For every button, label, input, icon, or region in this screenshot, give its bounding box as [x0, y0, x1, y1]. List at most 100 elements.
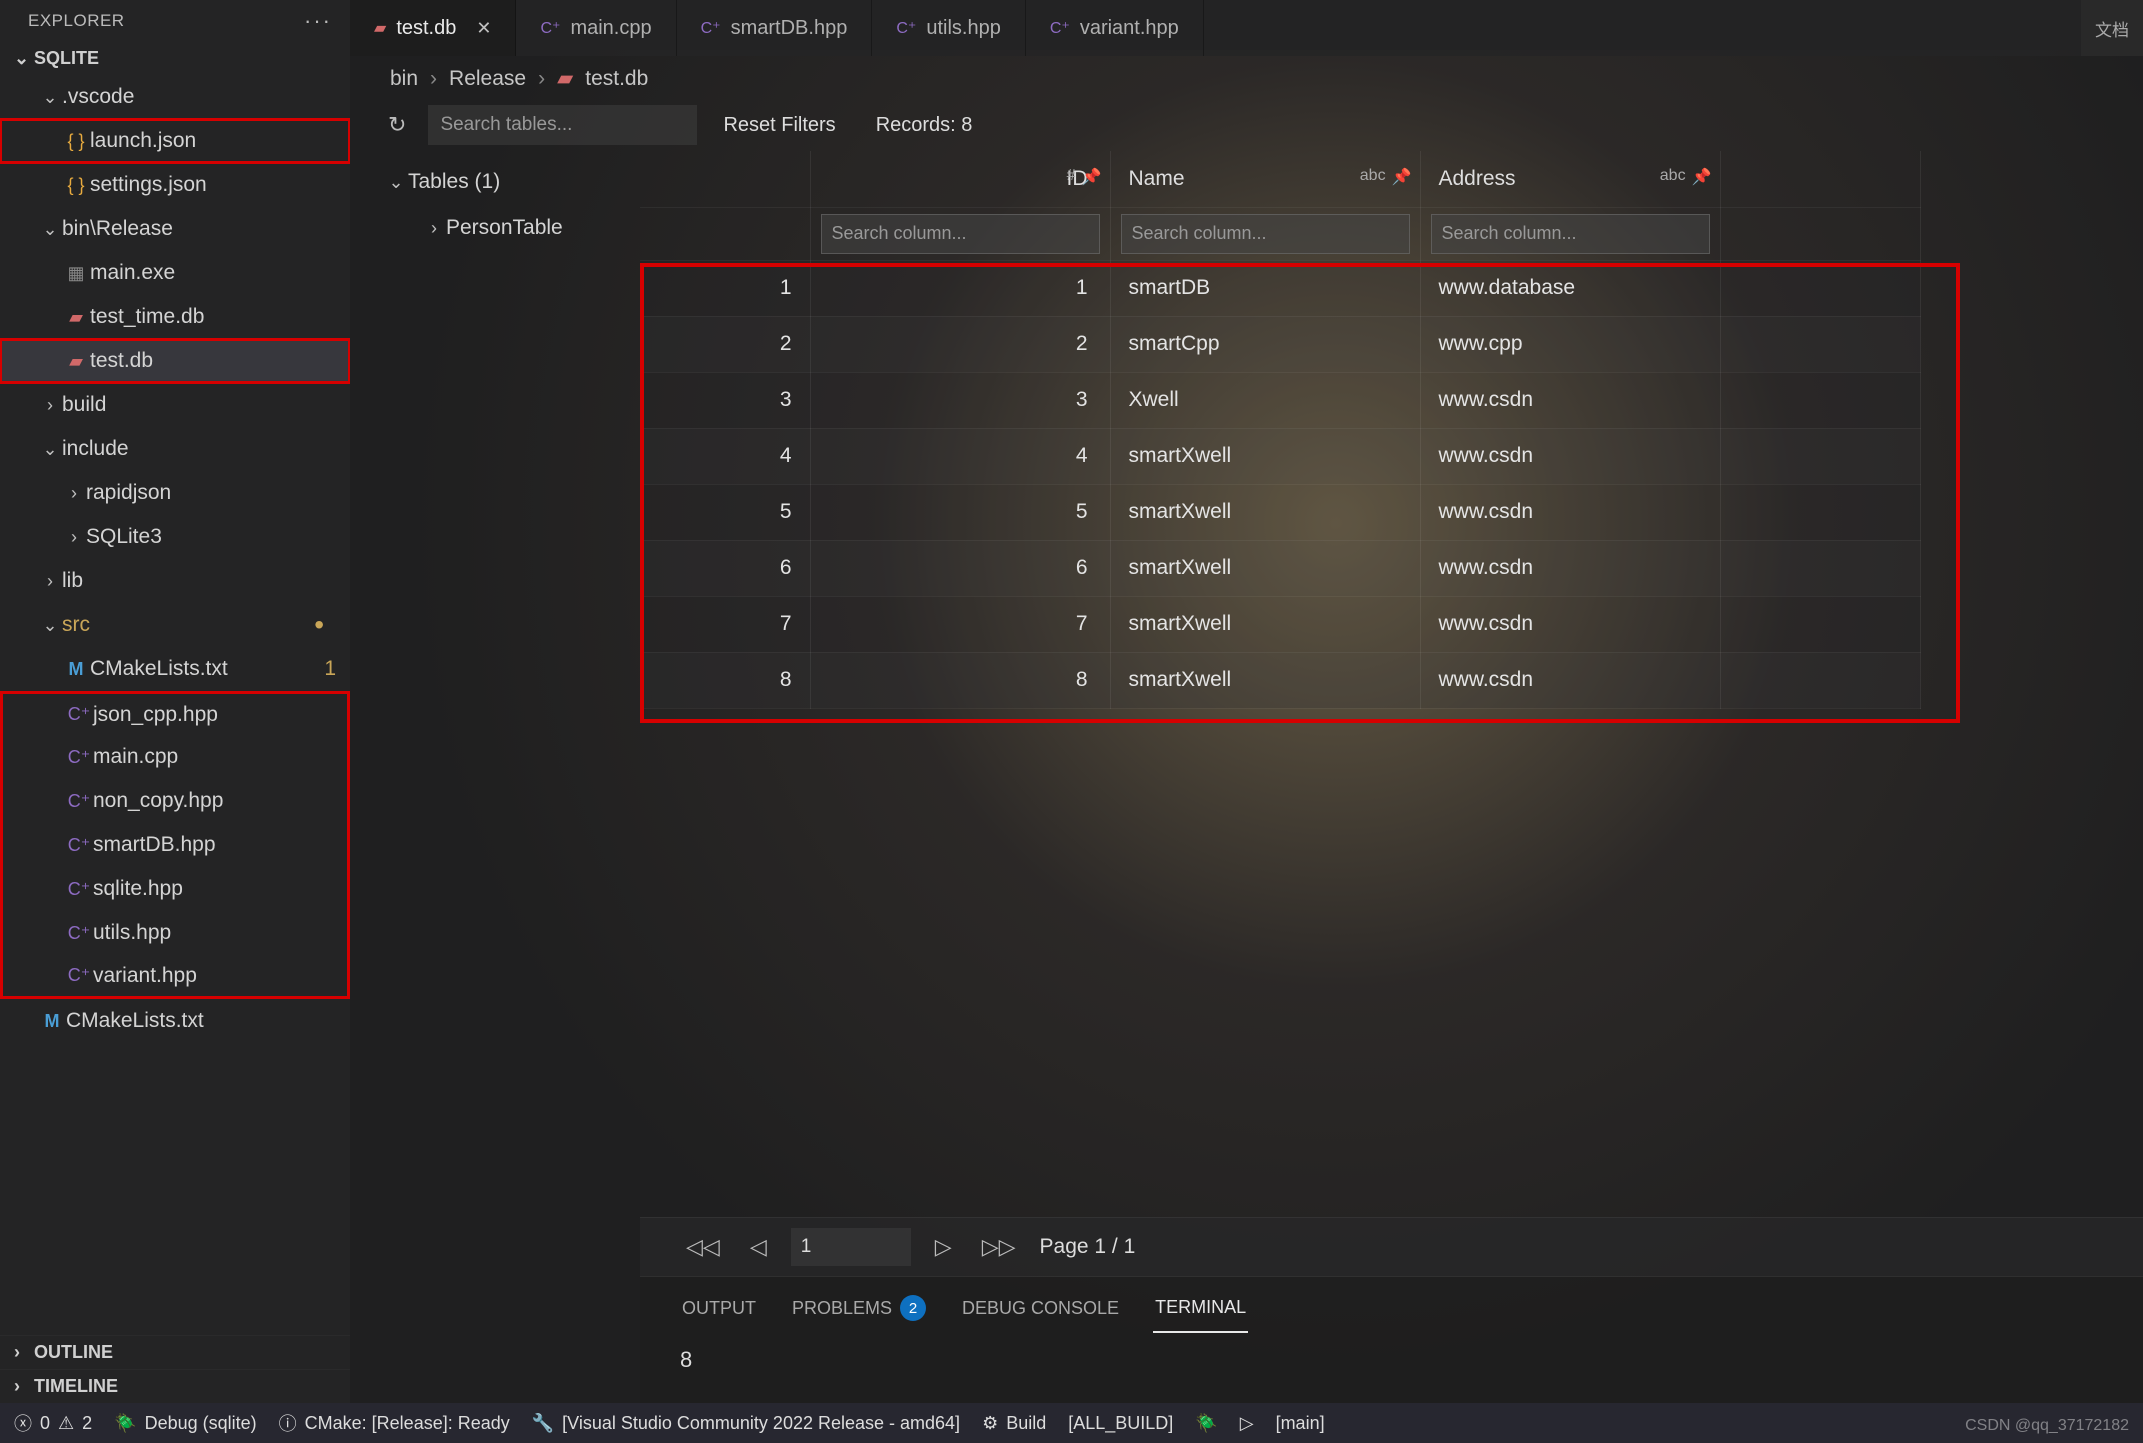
pin-icon[interactable]: 📌: [1692, 167, 1712, 187]
file-item[interactable]: ▦main.exe: [0, 251, 350, 295]
tab-output[interactable]: OUTPUT: [680, 1289, 758, 1333]
file-item[interactable]: C⁺variant.hpp: [0, 955, 350, 999]
info-icon: ⓘ: [279, 1410, 297, 1436]
badge: 1: [324, 657, 336, 681]
tables-root[interactable]: ⌄ Tables (1): [384, 159, 640, 205]
file-item[interactable]: { }launch.json: [0, 119, 350, 163]
file-item[interactable]: C⁺main.cpp: [0, 735, 350, 779]
tab-extra[interactable]: 文档: [2081, 0, 2143, 56]
status-debug-run[interactable]: 🪲: [1195, 1413, 1217, 1434]
table-row[interactable]: 55smartXwellwww.csdn: [640, 484, 1920, 540]
hash-icon: #: [1067, 167, 1076, 187]
status-kit[interactable]: 🔧[Visual Studio Community 2022 Release -…: [532, 1413, 960, 1434]
editor-tab[interactable]: C⁺smartDB.hpp: [677, 0, 873, 56]
file-item[interactable]: ▰test.db: [0, 339, 350, 383]
tables-panel: ⌄ Tables (1) › PersonTable: [350, 151, 640, 1403]
folder-item[interactable]: ›rapidjson: [0, 471, 350, 515]
editor-tabs: ▰test.db✕C⁺main.cppC⁺smartDB.hppC⁺utils.…: [350, 0, 2143, 56]
folder-item[interactable]: ›SQLite3: [0, 515, 350, 559]
table-row[interactable]: 33Xwellwww.csdn: [640, 372, 1920, 428]
status-debug[interactable]: 🪲Debug (sqlite): [114, 1413, 256, 1434]
bar-icon: ▦: [62, 263, 90, 284]
close-icon[interactable]: ✕: [476, 18, 491, 39]
page-text: Page 1 / 1: [1040, 1235, 1136, 1259]
breadcrumb[interactable]: bin› Release› ▰ test.db: [350, 56, 2143, 99]
editor-tab[interactable]: C⁺main.cpp: [516, 0, 676, 56]
gear-icon: ⚙: [982, 1413, 998, 1434]
bug-icon: 🪲: [114, 1413, 136, 1434]
folder-item[interactable]: ›lib: [0, 559, 350, 603]
chevron-down-icon: ⌄: [14, 48, 34, 69]
chevron-down-icon: ⌄: [384, 172, 408, 193]
file-item[interactable]: MCMakeLists.txt1: [0, 647, 350, 691]
folder-item[interactable]: ›build: [0, 383, 350, 427]
status-run[interactable]: ▷: [1240, 1413, 1254, 1434]
wrench-icon: 🔧: [532, 1413, 554, 1434]
file-item[interactable]: ▰test_time.db: [0, 295, 350, 339]
file-item[interactable]: C⁺json_cpp.hpp: [0, 691, 350, 735]
explorer-title: EXPLORER: [28, 11, 125, 31]
file-item[interactable]: { }settings.json: [0, 163, 350, 207]
filter-id-input[interactable]: [821, 214, 1100, 254]
folder-item[interactable]: ⌄include: [0, 427, 350, 471]
file-item[interactable]: MCMakeLists.txt: [0, 999, 350, 1043]
m-icon: M: [38, 1011, 66, 1032]
section-timeline[interactable]: › TIMELINE: [0, 1369, 350, 1403]
table-row[interactable]: 88smartXwellwww.csdn: [640, 652, 1920, 708]
status-cmake[interactable]: ⓘCMake: [Release]: Ready: [279, 1410, 510, 1436]
status-branch[interactable]: [main]: [1276, 1413, 1325, 1434]
chevron-icon: ›: [38, 571, 62, 592]
folder-item[interactable]: ⌄bin\Release: [0, 207, 350, 251]
table-row[interactable]: 22smartCppwww.cpp: [640, 316, 1920, 372]
file-item[interactable]: C⁺smartDB.hpp: [0, 823, 350, 867]
cpp-icon: C⁺: [540, 18, 560, 38]
first-page-button[interactable]: ◁◁: [680, 1232, 726, 1262]
pin-icon[interactable]: 📌: [1082, 167, 1102, 187]
editor-tab[interactable]: ▰test.db✕: [350, 0, 516, 56]
section-outline[interactable]: › OUTLINE: [0, 1335, 350, 1369]
last-page-button[interactable]: ▷▷: [976, 1232, 1022, 1262]
page-input[interactable]: [791, 1228, 911, 1266]
file-item[interactable]: C⁺sqlite.hpp: [0, 867, 350, 911]
file-item[interactable]: C⁺non_copy.hpp: [0, 779, 350, 823]
table-item[interactable]: › PersonTable: [384, 205, 640, 251]
chevron-icon: ›: [62, 483, 86, 504]
cpp-icon: C⁺: [1050, 18, 1070, 38]
filter-address-input[interactable]: [1431, 214, 1710, 254]
folder-item[interactable]: ⌄.vscode: [0, 75, 350, 119]
editor-tab[interactable]: C⁺utils.hpp: [872, 0, 1026, 56]
status-errors[interactable]: ⓧ0 ⚠2: [14, 1410, 92, 1436]
status-target[interactable]: [ALL_BUILD]: [1068, 1413, 1173, 1434]
folder-item[interactable]: ⌄src•: [0, 603, 350, 647]
watermark: CSDN @qq_37172182: [1965, 1417, 2129, 1435]
prev-page-button[interactable]: ◁: [744, 1232, 773, 1262]
reset-filters-button[interactable]: Reset Filters: [709, 114, 849, 137]
column-address[interactable]: Address abc📌: [1420, 151, 1720, 207]
more-icon[interactable]: ···: [304, 8, 332, 34]
table-row[interactable]: 77smartXwellwww.csdn: [640, 596, 1920, 652]
tab-terminal[interactable]: TERMINAL: [1153, 1289, 1248, 1333]
tab-debug-console[interactable]: DEBUG CONSOLE: [960, 1289, 1121, 1333]
next-page-button[interactable]: ▷: [929, 1232, 958, 1262]
column-name[interactable]: Name abc📌: [1110, 151, 1420, 207]
error-icon: ⓧ: [14, 1410, 32, 1436]
terminal-output[interactable]: 8: [640, 1333, 2143, 1403]
cpp-icon: C⁺: [65, 835, 93, 856]
pin-icon[interactable]: 📌: [1392, 167, 1412, 187]
file-item[interactable]: C⁺utils.hpp: [0, 911, 350, 955]
search-tables-input[interactable]: [428, 105, 697, 145]
section-sqlite[interactable]: ⌄ SQLITE: [0, 42, 350, 75]
refresh-icon[interactable]: ↻: [378, 108, 416, 142]
table-row[interactable]: 11smartDBwww.database: [640, 260, 1920, 316]
column-rownum[interactable]: [640, 151, 810, 207]
column-id[interactable]: ID #📌: [810, 151, 1110, 207]
explorer-sidebar: EXPLORER ··· ⌄ SQLITE ⌄.vscode{ }launch.…: [0, 0, 350, 1403]
records-count: Records: 8: [862, 114, 987, 137]
table-row[interactable]: 44smartXwellwww.csdn: [640, 428, 1920, 484]
table-row[interactable]: 66smartXwellwww.csdn: [640, 540, 1920, 596]
filter-name-input[interactable]: [1121, 214, 1410, 254]
status-build[interactable]: ⚙Build: [982, 1413, 1046, 1434]
tab-problems[interactable]: PROBLEMS 2: [790, 1289, 928, 1333]
editor-tab[interactable]: C⁺variant.hpp: [1026, 0, 1204, 56]
pager: ◁◁ ◁ ▷ ▷▷ Page 1 / 1: [640, 1217, 2143, 1276]
